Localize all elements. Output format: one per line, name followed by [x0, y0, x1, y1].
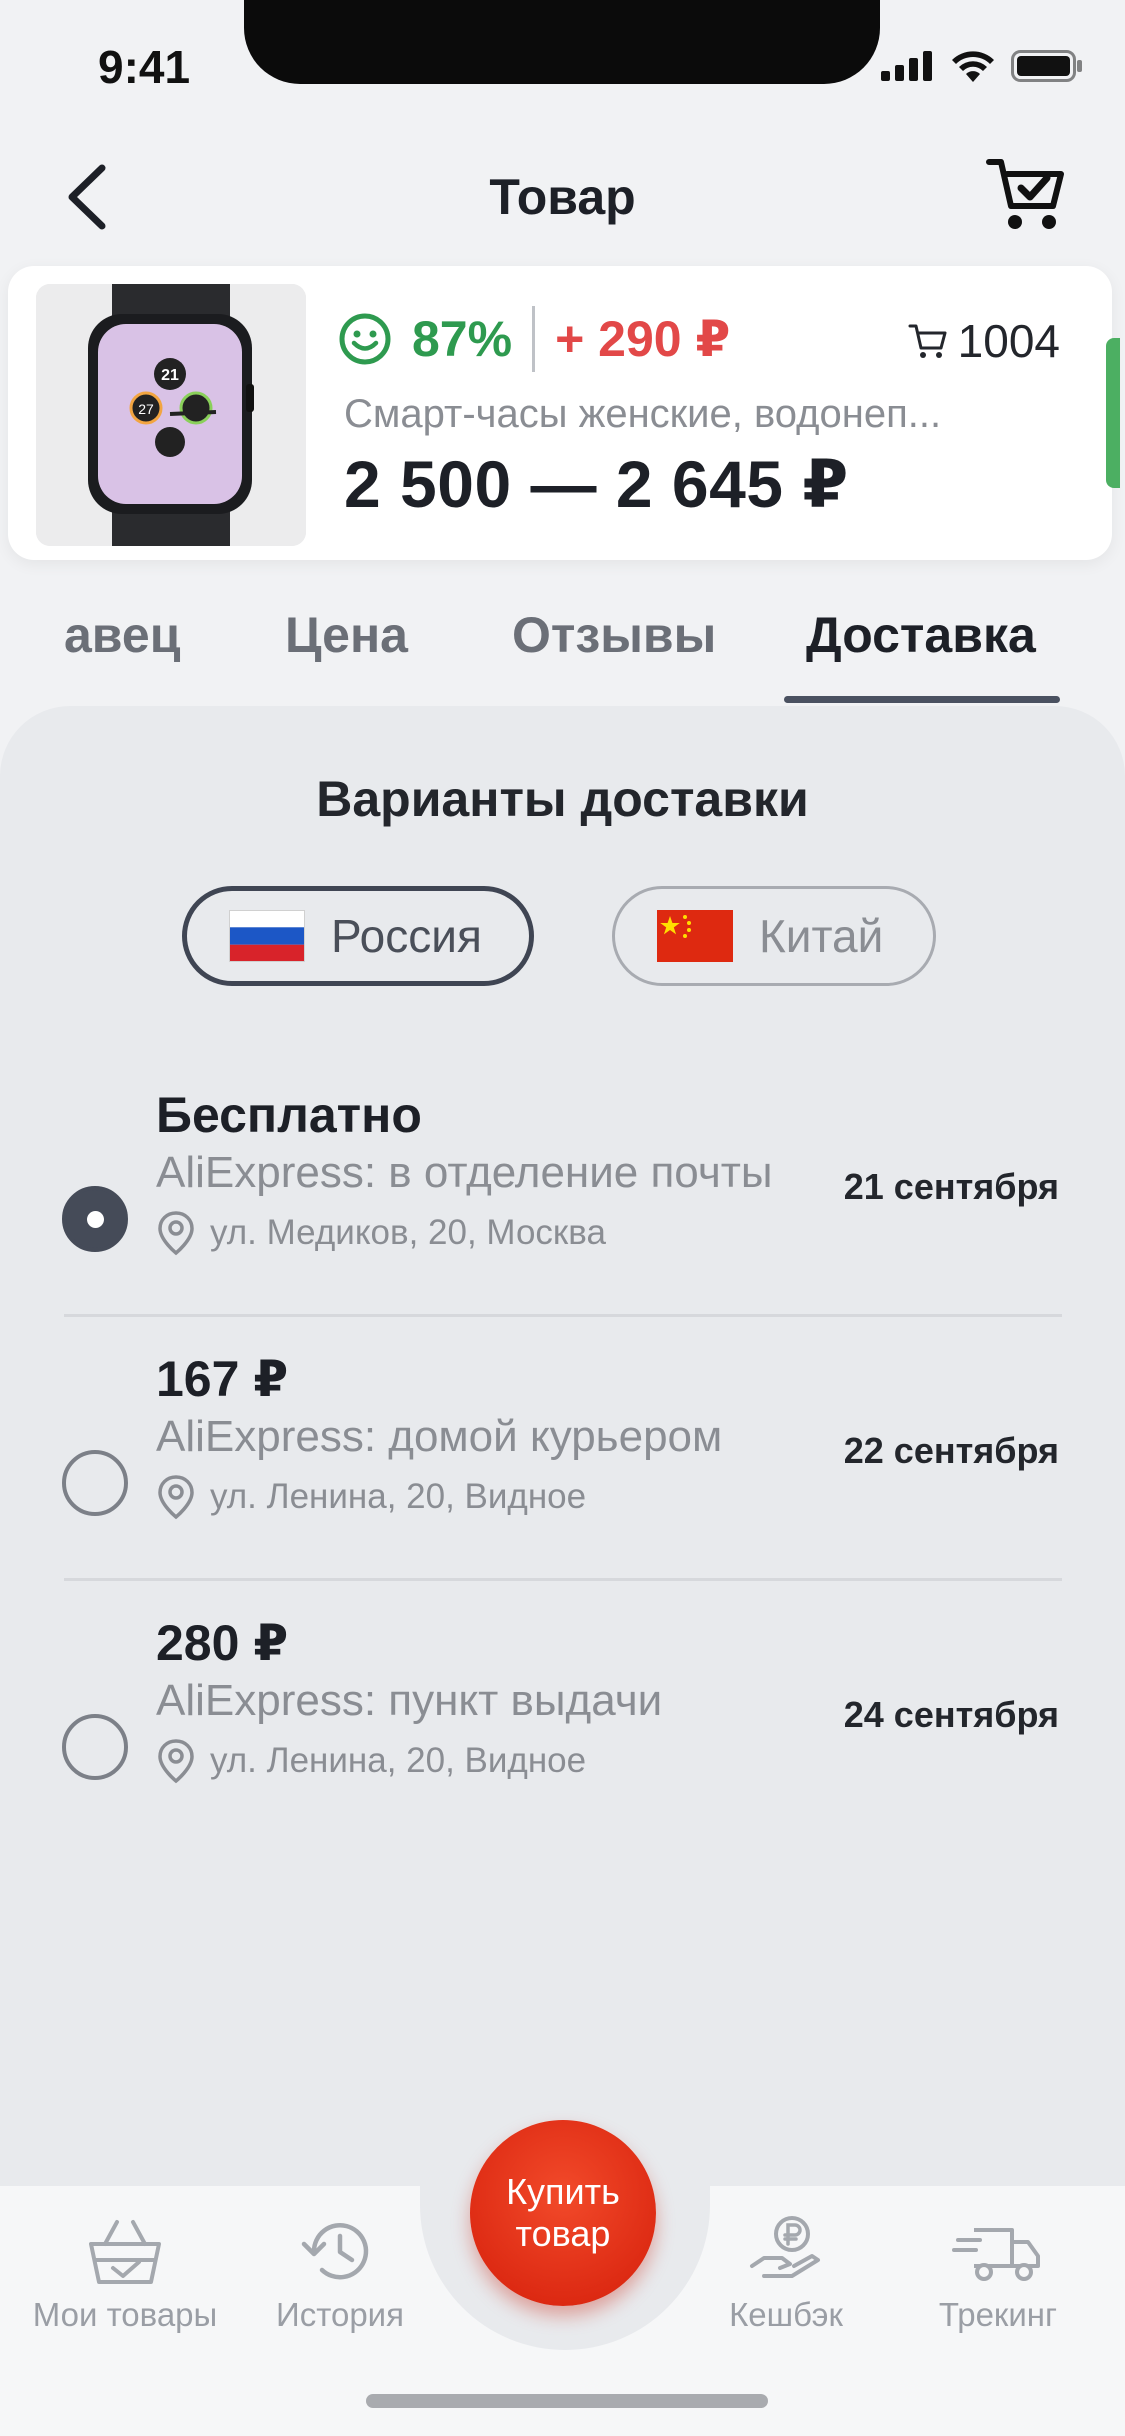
option-price: 280 ₽: [156, 1615, 289, 1671]
basket-icon: [89, 2220, 161, 2284]
option-method: AliExpress: пункт выдачи: [156, 1676, 663, 1725]
delivery-option-free[interactable]: Бесплатно AliExpress: в отделение почты …: [0, 1086, 1125, 1326]
sold-count: 1004: [908, 314, 1060, 368]
tab-delivery[interactable]: Доставка: [806, 606, 1036, 664]
country-chip-china[interactable]: Китай: [612, 886, 936, 986]
truck-icon: [952, 2228, 1040, 2281]
price-range: 2 500 — 2 645 ₽: [344, 447, 849, 521]
rating-percent: 87%: [412, 311, 513, 367]
location-pin-icon: [158, 1739, 194, 1784]
option-date: 24 сентября: [843, 1694, 1059, 1735]
divider: [64, 1578, 1062, 1581]
option-address: ул. Медиков, 20, Москва: [156, 1210, 606, 1256]
status-bar: 9:41: [0, 0, 1125, 130]
buy-button[interactable]: Купить товар: [470, 2120, 656, 2306]
delivery-title: Варианты доставки: [316, 771, 809, 827]
status-time: 9:41: [98, 41, 191, 93]
nav-my-products[interactable]: Мои товары: [25, 2214, 225, 2334]
product-card[interactable]: 21 27 87% + 290 ₽ 1004 Смарт-часы женски…: [8, 266, 1120, 560]
svg-text:21: 21: [161, 367, 179, 384]
russia-flag-icon: [229, 910, 305, 962]
rating-divider: [532, 306, 536, 372]
option-price: Бесплатно: [156, 1087, 422, 1143]
side-accent: [1106, 338, 1120, 488]
nav-label: История: [276, 2296, 404, 2333]
option-address-text: ул. Ленина, 20, Видное: [210, 1741, 587, 1780]
history-icon: [301, 2223, 369, 2280]
notch: [244, 0, 880, 84]
nav-label: Кешбэк: [729, 2296, 843, 2333]
option-date: 22 сентября: [843, 1430, 1059, 1471]
cart-button[interactable]: [985, 154, 1067, 236]
delivery-option-pickup[interactable]: 280 ₽ AliExpress: пункт выдачи ул. Ленин…: [0, 1614, 1125, 1854]
smile-icon: [339, 313, 391, 365]
product-image: 21 27: [36, 284, 306, 546]
radio-unselected[interactable]: [62, 1714, 128, 1780]
svg-text:27: 27: [138, 401, 154, 417]
option-price: 167 ₽: [156, 1351, 289, 1407]
nav-tracking[interactable]: Трекинг: [898, 2214, 1098, 2334]
option-address-text: ул. Медиков, 20, Москва: [210, 1213, 606, 1252]
nav-cashback[interactable]: Кешбэк: [686, 2214, 886, 2334]
sold-count-value: 1004: [957, 315, 1060, 367]
price-difference: + 290 ₽: [555, 311, 731, 367]
tab-seller[interactable]: авец: [64, 606, 180, 664]
location-pin-icon: [158, 1211, 194, 1256]
tab-active-indicator: [784, 696, 1060, 703]
option-method: AliExpress: в отделение почты: [156, 1148, 773, 1197]
country-label-china: Китай: [759, 910, 884, 962]
battery-icon: [1011, 50, 1082, 82]
radio-selected[interactable]: [62, 1186, 128, 1252]
page-title: Товар: [489, 169, 636, 225]
option-address: ул. Ленина, 20, Видное: [156, 1738, 586, 1784]
nav-history[interactable]: История: [240, 2214, 440, 2334]
country-label-russia: Россия: [331, 910, 482, 962]
signal-icon: [881, 51, 932, 81]
header: Товар: [0, 140, 1125, 250]
china-flag-icon: [657, 910, 733, 962]
cart-check-icon: [986, 159, 1064, 229]
delivery-option-courier[interactable]: 167 ₽ AliExpress: домой курьером ул. Лен…: [0, 1350, 1125, 1590]
option-address-text: ул. Ленина, 20, Видное: [210, 1477, 587, 1516]
country-chip-russia[interactable]: Россия: [182, 886, 534, 986]
tab-bar: авец Цена Отзывы Доставка: [0, 596, 1125, 706]
location-pin-icon: [158, 1475, 194, 1520]
divider: [64, 1314, 1062, 1317]
nav-label: Мои товары: [32, 2296, 218, 2333]
option-method: AliExpress: домой курьером: [156, 1412, 723, 1461]
radio-unselected[interactable]: [62, 1450, 128, 1516]
option-date: 21 сентября: [843, 1166, 1059, 1207]
rating-row: 87% + 290 ₽: [338, 306, 730, 372]
buy-label-line-1: Купить: [506, 2171, 620, 2212]
buy-label-line-2: товар: [515, 2213, 611, 2254]
tab-reviews[interactable]: Отзывы: [512, 606, 716, 664]
product-name: Смарт-часы женские, водонеп...: [344, 392, 942, 436]
nav-label: Трекинг: [938, 2296, 1058, 2333]
wifi-icon: [952, 51, 994, 82]
cashback-icon: [750, 2216, 820, 2278]
status-icons: [881, 50, 1083, 82]
delivery-panel: Варианты доставки Россия Китай Бесплатно…: [0, 706, 1125, 2186]
home-indicator: [366, 2394, 768, 2408]
tab-price[interactable]: Цена: [285, 606, 408, 664]
cart-icon: [908, 324, 947, 358]
option-address: ул. Ленина, 20, Видное: [156, 1474, 586, 1520]
